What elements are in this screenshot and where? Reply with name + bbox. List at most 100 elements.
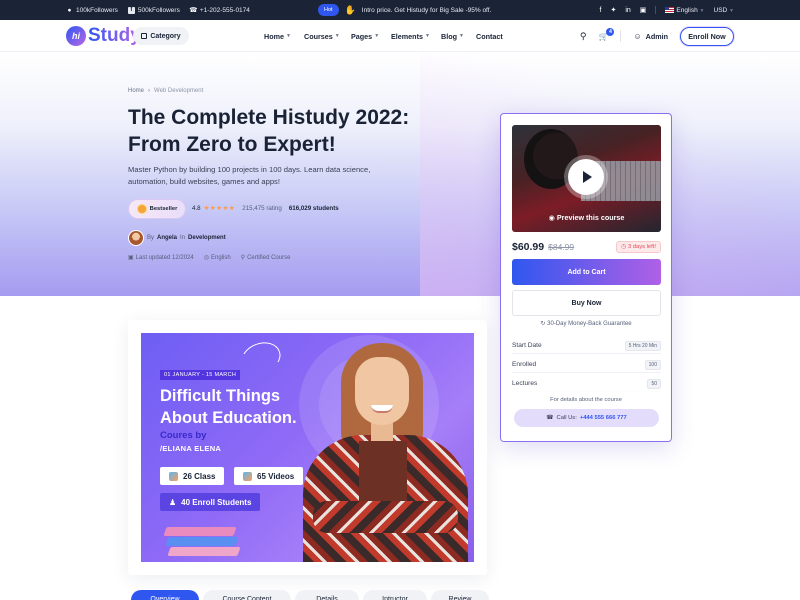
book-shape — [163, 527, 237, 536]
banner-by: Coures by — [160, 430, 207, 441]
nav-pages-label: Pages — [351, 31, 373, 41]
medal-icon — [136, 204, 147, 214]
class-icon — [169, 471, 178, 481]
grid-icon — [141, 33, 148, 39]
nav-blog[interactable]: Blog ▼ — [441, 32, 476, 41]
eye-icon: ◉ — [548, 213, 555, 222]
top-bar: ● 100kFollowers f 500kFollowers ☎ +1-202… — [0, 0, 800, 20]
guarantee-text: ↻ 30-Day Money-Back Guarantee — [501, 320, 671, 327]
tab-instructor[interactable]: Intructor — [363, 590, 427, 600]
chevron-down-icon: ▼ — [424, 33, 430, 39]
main-nav: Home ▼ Courses ▼ Pages ▼ Elements ▼ Blog ▼ Co… — [264, 20, 503, 52]
twitter-icon[interactable]: ✦ — [610, 6, 616, 14]
category-button[interactable]: Category — [133, 27, 189, 45]
globe-icon: ◎ — [203, 255, 209, 261]
course-preview-video[interactable]: ◉ Preview this course — [512, 125, 661, 232]
days-left-badge: ◷ 3 days left! — [616, 241, 661, 253]
tab-details[interactable]: Details — [295, 590, 359, 600]
details-text: For details about the course — [550, 397, 622, 403]
nav-elements[interactable]: Elements ▼ — [391, 32, 441, 41]
course-description: Master Python by building 100 projects i… — [128, 165, 371, 186]
tab-course-content[interactable]: Course Content — [203, 590, 291, 600]
video-count-label: 65 Videos — [257, 471, 295, 481]
course-sidebar-card: ◉ Preview this course $60.99 $84.99 ◷ 3 … — [500, 113, 672, 442]
followers-1-label: 100kFollowers — [76, 6, 118, 14]
author-info: By Angela In Development — [128, 230, 226, 246]
video-count-chip: 65 Videos — [234, 467, 304, 485]
search-icon[interactable]: ⚲ — [580, 31, 587, 42]
divider — [655, 6, 657, 14]
facebook-icon[interactable]: f — [600, 7, 602, 14]
chevron-down-icon: ▼ — [334, 33, 340, 39]
video-icon — [243, 471, 252, 481]
phone-icon: ☎ — [546, 415, 554, 421]
followers-link-2[interactable]: f 500kFollowers — [127, 6, 180, 14]
logo[interactable]: hi Study — [66, 25, 141, 47]
info-label: Enrolled — [512, 361, 537, 368]
breadcrumb-home[interactable]: Home — [128, 88, 144, 94]
chevron-down-icon: ▼ — [458, 33, 464, 39]
enroll-count-label: 40 Enroll Students — [181, 497, 252, 507]
rating-value: 4.8 — [192, 204, 201, 212]
last-updated: ▣ Last updated 12/2024 — [128, 254, 194, 261]
tab-review[interactable]: Review — [431, 590, 489, 600]
course-language: ◎ English — [204, 254, 231, 261]
language-select[interactable]: English ▼ — [665, 6, 705, 14]
nav-contact[interactable]: Contact — [476, 32, 503, 41]
hot-badge: Hot — [318, 4, 339, 16]
instructor-photo — [303, 343, 468, 562]
call-prefix: Call Us: — [556, 415, 577, 421]
enroll-now-button[interactable]: Enroll Now — [680, 26, 734, 46]
class-count-chip: 26 Class — [160, 467, 225, 485]
user-icon: ☺ — [633, 31, 642, 41]
chevron-down-icon: ▼ — [729, 7, 734, 14]
award-icon: ⚲ — [240, 255, 246, 261]
author-in: In — [180, 235, 186, 241]
enroll-count-chip: ♟ 40 Enroll Students — [160, 493, 261, 511]
cart-count-badge: 4 — [606, 27, 615, 36]
phone-label: +1-202-555-0174 — [199, 6, 250, 14]
nav-home[interactable]: Home ▼ — [264, 32, 304, 41]
buy-now-button[interactable]: Buy Now — [512, 290, 661, 316]
phone-icon: ☎ — [189, 7, 198, 14]
category-label: Category — [150, 32, 181, 40]
current-price: $60.99 — [512, 241, 545, 253]
author-name[interactable]: Angela — [157, 235, 177, 241]
currency-select[interactable]: USD ▼ — [714, 7, 735, 14]
refresh-icon: ↻ — [540, 321, 546, 327]
last-updated-label: Last updated 12/2024 — [135, 255, 194, 261]
book-shape — [167, 547, 241, 556]
play-icon[interactable] — [568, 159, 604, 195]
cart-button[interactable]: 🛒 4 — [599, 27, 615, 41]
linkedin-icon[interactable]: in — [625, 7, 630, 14]
info-row-start-date: Start Date 5 Hrs 20 Min — [512, 338, 661, 354]
phone-link[interactable]: ☎ +1-202-555-0174 — [189, 6, 250, 15]
tab-overview[interactable]: Overview — [131, 590, 199, 600]
add-to-cart-button[interactable]: Add to Cart — [512, 259, 661, 285]
students-count: 616,029 students — [288, 204, 339, 212]
language-label: English — [676, 6, 698, 14]
avatar[interactable] — [128, 230, 144, 246]
course-banner-image: 01 JANUARY - 15 MARCH Difficult Things A… — [141, 333, 474, 562]
logo-mark: hi — [66, 26, 86, 46]
course-tabs: Overview Course Content Details Intructo… — [131, 590, 489, 600]
nav-courses-label: Courses — [304, 31, 333, 41]
call-us-button[interactable]: ☎ Call Us: +444 555 666 777 — [514, 409, 659, 427]
author-category[interactable]: Development — [188, 235, 226, 241]
promo-text[interactable]: Intro price. Get Histudy for Big Sale -9… — [362, 7, 492, 14]
admin-link[interactable]: ☺ Admin — [633, 32, 668, 41]
date-range-badge: 01 JANUARY - 15 MARCH — [160, 370, 241, 380]
arrow-doodle-icon — [237, 337, 285, 379]
chevron-down-icon: ▼ — [374, 33, 380, 39]
books-illustration — [161, 523, 241, 562]
instagram-icon[interactable]: ▣ — [640, 6, 647, 14]
photo-arms — [313, 501, 458, 533]
nav-pages[interactable]: Pages ▼ — [351, 32, 391, 41]
banner-instructor: /ELIANA ELENA — [160, 444, 222, 453]
user-group-icon: ● — [67, 6, 72, 14]
followers-link-1[interactable]: ● 100kFollowers — [66, 7, 118, 14]
nav-courses[interactable]: Courses ▼ — [304, 32, 351, 41]
info-value: 100 — [644, 359, 661, 370]
rating-count: 215,475 rating — [242, 204, 282, 212]
preview-label: ◉ Preview this course — [512, 213, 661, 222]
